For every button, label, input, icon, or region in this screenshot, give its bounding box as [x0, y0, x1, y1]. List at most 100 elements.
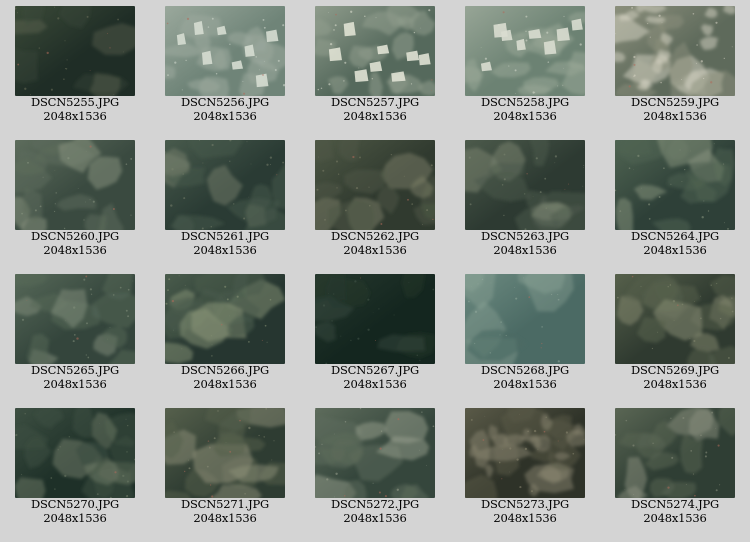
photo-thumbnail[interactable] [15, 274, 135, 364]
photo-thumbnail[interactable] [615, 6, 735, 96]
photo-thumbnail[interactable] [165, 140, 285, 230]
thumbnail-filename: DSCN5265.JPG [30, 363, 120, 377]
photo-thumbnail[interactable] [615, 140, 735, 230]
photo-thumbnail-image [315, 140, 435, 230]
photo-thumbnail-image [15, 274, 135, 364]
photo-thumbnail[interactable] [465, 408, 585, 498]
thumbnail-dimensions: 2048x1536 [493, 377, 557, 391]
thumbnail-dimensions: 2048x1536 [493, 109, 557, 123]
photo-thumbnail-image [465, 408, 585, 498]
thumbnail-filename: DSCN5259.JPG [630, 95, 720, 109]
thumbnail-filename: DSCN5258.JPG [480, 95, 570, 109]
thumbnail-item[interactable]: DSCN5258.JPG 2048x1536 [450, 0, 600, 134]
thumbnail-dimensions: 2048x1536 [493, 243, 557, 257]
photo-thumbnail[interactable] [315, 6, 435, 96]
thumbnail-dimensions: 2048x1536 [193, 511, 257, 525]
thumbnail-filename: DSCN5264.JPG [630, 229, 720, 243]
thumbnail-filename: DSCN5267.JPG [330, 363, 420, 377]
thumbnail-item[interactable]: DSCN5267.JPG 2048x1536 [300, 268, 450, 402]
thumbnail-filename: DSCN5270.JPG [30, 497, 120, 511]
thumbnail-item[interactable]: DSCN5270.JPG 2048x1536 [0, 402, 150, 536]
photo-thumbnail-image [465, 140, 585, 230]
thumbnail-item[interactable]: DSCN5263.JPG 2048x1536 [450, 134, 600, 268]
photo-thumbnail[interactable] [15, 140, 135, 230]
thumbnail-dimensions: 2048x1536 [43, 243, 107, 257]
thumbnail-dimensions: 2048x1536 [343, 377, 407, 391]
photo-thumbnail[interactable] [465, 140, 585, 230]
thumbnail-filename: DSCN5273.JPG [480, 497, 570, 511]
photo-thumbnail-image [165, 408, 285, 498]
thumbnail-filename: DSCN5266.JPG [180, 363, 270, 377]
thumbnail-item[interactable]: DSCN5262.JPG 2048x1536 [300, 134, 450, 268]
photo-thumbnail[interactable] [615, 274, 735, 364]
thumbnail-filename: DSCN5260.JPG [30, 229, 120, 243]
thumbnail-item[interactable]: DSCN5266.JPG 2048x1536 [150, 268, 300, 402]
thumbnail-item[interactable]: DSCN5269.JPG 2048x1536 [600, 268, 750, 402]
thumbnail-dimensions: 2048x1536 [193, 109, 257, 123]
thumbnail-dimensions: 2048x1536 [43, 109, 107, 123]
photo-thumbnail[interactable] [315, 408, 435, 498]
photo-thumbnail-image [165, 274, 285, 364]
thumbnail-dimensions: 2048x1536 [43, 511, 107, 525]
thumbnail-filename: DSCN5257.JPG [330, 95, 420, 109]
thumbnail-item[interactable]: DSCN5260.JPG 2048x1536 [0, 134, 150, 268]
thumbnail-item[interactable]: DSCN5255.JPG 2048x1536 [0, 0, 150, 134]
thumbnail-item[interactable]: DSCN5257.JPG 2048x1536 [300, 0, 450, 134]
thumbnail-filename: DSCN5271.JPG [180, 497, 270, 511]
photo-thumbnail-image [315, 274, 435, 364]
thumbnail-dimensions: 2048x1536 [343, 109, 407, 123]
photo-thumbnail-image [465, 274, 585, 364]
photo-thumbnail[interactable] [165, 408, 285, 498]
photo-thumbnail-image [15, 408, 135, 498]
photo-thumbnail-image [15, 6, 135, 96]
thumbnail-dimensions: 2048x1536 [193, 377, 257, 391]
thumbnail-dimensions: 2048x1536 [343, 511, 407, 525]
photo-thumbnail[interactable] [15, 408, 135, 498]
thumbnail-item[interactable]: DSCN5256.JPG 2048x1536 [150, 0, 300, 134]
thumbnail-filename: DSCN5269.JPG [630, 363, 720, 377]
photo-thumbnail[interactable] [165, 6, 285, 96]
thumbnail-filename: DSCN5256.JPG [180, 95, 270, 109]
photo-thumbnail[interactable] [465, 6, 585, 96]
photo-thumbnail[interactable] [15, 6, 135, 96]
photo-thumbnail-image [465, 6, 585, 96]
thumbnail-item[interactable]: DSCN5274.JPG 2048x1536 [600, 402, 750, 536]
thumbnail-gallery: DSCN5255.JPG 2048x1536 DSCN5256.JPG 2048x15… [0, 0, 750, 542]
thumbnail-item[interactable]: DSCN5273.JPG 2048x1536 [450, 402, 600, 536]
thumbnail-item[interactable]: DSCN5264.JPG 2048x1536 [600, 134, 750, 268]
thumbnail-filename: DSCN5263.JPG [480, 229, 570, 243]
photo-thumbnail-image [315, 408, 435, 498]
photo-thumbnail-image [615, 408, 735, 498]
photo-thumbnail[interactable] [465, 274, 585, 364]
photo-thumbnail-image [615, 6, 735, 96]
thumbnail-item[interactable]: DSCN5261.JPG 2048x1536 [150, 134, 300, 268]
thumbnail-item[interactable]: DSCN5259.JPG 2048x1536 [600, 0, 750, 134]
thumbnail-dimensions: 2048x1536 [343, 243, 407, 257]
photo-thumbnail[interactable] [315, 274, 435, 364]
photo-thumbnail-image [165, 6, 285, 96]
thumbnail-dimensions: 2048x1536 [643, 377, 707, 391]
photo-thumbnail[interactable] [615, 408, 735, 498]
thumbnail-dimensions: 2048x1536 [493, 511, 557, 525]
photo-thumbnail-image [615, 274, 735, 364]
thumbnail-item[interactable]: DSCN5268.JPG 2048x1536 [450, 268, 600, 402]
thumbnail-item[interactable]: DSCN5271.JPG 2048x1536 [150, 402, 300, 536]
thumbnail-dimensions: 2048x1536 [643, 109, 707, 123]
thumbnail-dimensions: 2048x1536 [643, 511, 707, 525]
thumbnail-item[interactable]: DSCN5272.JPG 2048x1536 [300, 402, 450, 536]
thumbnail-dimensions: 2048x1536 [193, 243, 257, 257]
photo-thumbnail-image [165, 140, 285, 230]
thumbnail-item[interactable]: DSCN5265.JPG 2048x1536 [0, 268, 150, 402]
thumbnail-filename: DSCN5255.JPG [30, 95, 120, 109]
thumbnail-filename: DSCN5268.JPG [480, 363, 570, 377]
photo-thumbnail[interactable] [315, 140, 435, 230]
photo-thumbnail-image [615, 140, 735, 230]
photo-thumbnail[interactable] [165, 274, 285, 364]
thumbnail-filename: DSCN5272.JPG [330, 497, 420, 511]
thumbnail-dimensions: 2048x1536 [643, 243, 707, 257]
photo-thumbnail-image [15, 140, 135, 230]
thumbnail-filename: DSCN5261.JPG [180, 229, 270, 243]
photo-thumbnail-image [315, 6, 435, 96]
thumbnail-filename: DSCN5262.JPG [330, 229, 420, 243]
thumbnail-dimensions: 2048x1536 [43, 377, 107, 391]
